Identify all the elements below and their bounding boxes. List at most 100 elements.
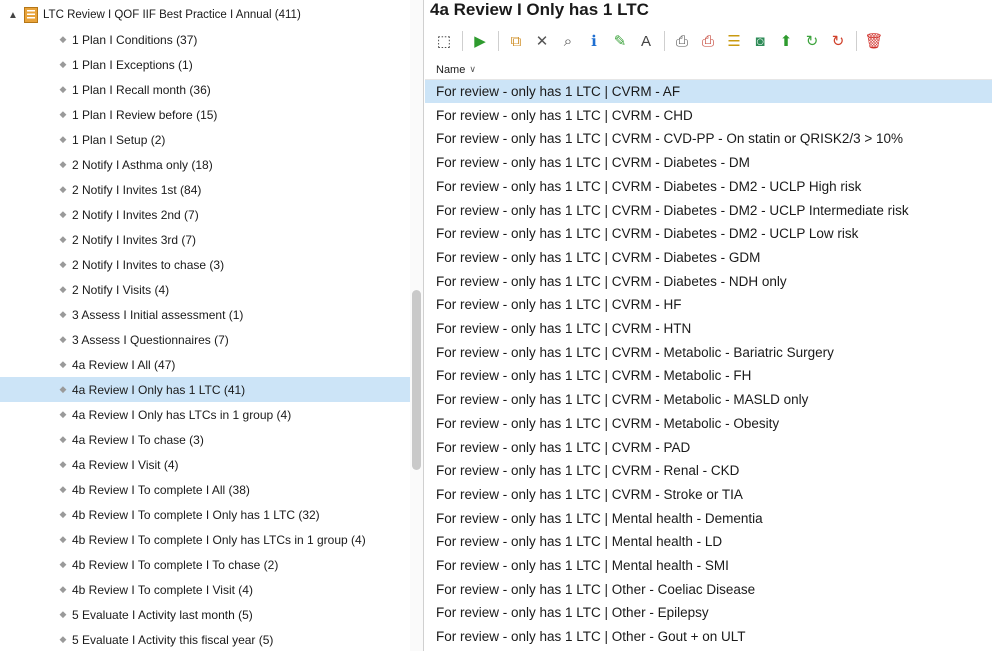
list-item[interactable]: For review - only has 1 LTC | Other - Co… xyxy=(425,578,992,601)
toolbar-separator xyxy=(462,31,463,51)
list-item-label: For review - only has 1 LTC | Mental hea… xyxy=(436,558,729,573)
tree-item[interactable]: ◆ 4b Review I To complete I Only has 1 LT… xyxy=(0,502,410,527)
list-item[interactable]: For review - only has 1 LTC | Other - Go… xyxy=(425,625,992,648)
tree-item[interactable]: ◆ 4a Review I Only has LTCs in 1 group (4… xyxy=(0,402,410,427)
list-item[interactable]: For review - only has 1 LTC | CVRM - Met… xyxy=(425,364,992,387)
list-item[interactable]: For review - only has 1 LTC | CVRM - Dia… xyxy=(425,270,992,293)
copy-icon[interactable]: ⧉ xyxy=(505,30,527,52)
list-item[interactable]: For review - only has 1 LTC | CVRM - Ren… xyxy=(425,459,992,482)
search-node-icon: ◆ xyxy=(59,234,67,244)
tree-item-label: 4a Review I To chase (3) xyxy=(72,432,204,447)
rename-text-icon[interactable]: A xyxy=(635,30,657,52)
tree-item[interactable]: ◆ 1 Plan I Setup (2) xyxy=(0,127,410,152)
list-item[interactable]: For review - only has 1 LTC | Other - Ep… xyxy=(425,601,992,624)
list-item[interactable]: For review - only has 1 LTC | CVRM - HF xyxy=(425,293,992,316)
list-item[interactable]: For review - only has 1 LTC | Mental hea… xyxy=(425,554,992,577)
tree-item[interactable]: ◆ 4b Review I To complete I All (38) xyxy=(0,477,410,502)
name-column-header[interactable]: Name ∨ xyxy=(425,60,992,80)
tree-item[interactable]: ◆ 3 Assess I Initial assessment (1) xyxy=(0,302,410,327)
tree-item[interactable]: ◆ 4b Review I To complete I Only has LTCs… xyxy=(0,527,410,552)
list-item-label: For review - only has 1 LTC | CVRM - CHD xyxy=(436,107,693,123)
tree-item[interactable]: ◆ 2 Notify I Visits (4) xyxy=(0,277,410,302)
list-item[interactable]: For review - only has 1 LTC | CVRM - Dia… xyxy=(425,151,992,174)
list-item[interactable]: For review - only has 1 LTC | CVRM - HTN xyxy=(425,317,992,340)
tree-item[interactable]: ◆ 1 Plan I Exceptions (1) xyxy=(0,52,410,77)
list-item[interactable]: For review - only has 1 LTC | CVRM - Met… xyxy=(425,388,992,411)
list-item-label: For review - only has 1 LTC | Mental hea… xyxy=(436,534,723,550)
list-item[interactable]: For review - only has 1 LTC | CVRM - Dia… xyxy=(425,199,992,222)
list-item-label: For review - only has 1 LTC | Other - Go… xyxy=(436,629,746,645)
list-item[interactable]: For review - only has 1 LTC | CVRM - Dia… xyxy=(425,175,992,198)
list-item[interactable]: For review - only has 1 LTC | CVRM - Dia… xyxy=(425,222,992,245)
tree-item[interactable]: ◆ 5 Evaluate I Activity this fiscal year … xyxy=(0,627,410,651)
tree-item[interactable]: ◆ 5 Evaluate I Activity last month (5) xyxy=(0,602,410,627)
upload-arrow-icon[interactable]: ⬆ xyxy=(775,30,797,52)
column-header-label: Name xyxy=(436,63,466,76)
list-item[interactable]: For review - only has 1 LTC | Mental hea… xyxy=(425,507,992,530)
list-item[interactable]: For review - only has 1 LTC | CVRM - PAD xyxy=(425,436,992,459)
tree-item-label: 4a Review I Only has 1 LTC (41) xyxy=(72,382,246,397)
list-item[interactable]: For review - only has 1 LTC | CVRM - Dia… xyxy=(425,246,992,269)
tree-root-folder[interactable]: ▲ LTC Review I QOF IIF Best Practice I A… xyxy=(0,3,410,27)
print-red-icon[interactable]: ⎙ xyxy=(697,30,719,52)
search-node-icon: ◆ xyxy=(59,509,67,519)
select-icon[interactable]: ⬚ xyxy=(433,30,455,52)
info-icon[interactable]: ℹ xyxy=(583,30,605,52)
tree-item-label: 4b Review I To complete I Only has 1 LTC… xyxy=(72,507,320,522)
delete-x-icon[interactable]: ✕ xyxy=(531,30,553,52)
tree-item[interactable]: ◆ 3 Assess I Questionnaires (7) xyxy=(0,327,410,352)
collapse-caret-icon[interactable]: ▲ xyxy=(8,10,20,21)
list-item-label: For review - only has 1 LTC | CVRM - Dia… xyxy=(436,273,787,289)
tree-item[interactable]: ◆ 4a Review I To chase (3) xyxy=(0,427,410,452)
tree-item[interactable]: ◆ 2 Notify I Invites 1st (84) xyxy=(0,177,410,202)
tree-item[interactable]: ◆ 2 Notify I Invites 2nd (7) xyxy=(0,202,410,227)
list-item[interactable]: For review - only has 1 LTC | CVRM - Str… xyxy=(425,483,992,506)
run-icon[interactable]: ▶ xyxy=(469,30,491,52)
list-item-label: For review - only has 1 LTC | CVRM - HF xyxy=(436,297,682,313)
list-item[interactable]: For review - only has 1 LTC | CVRM - CVD… xyxy=(425,127,992,150)
tree-item[interactable]: ◆ 2 Notify I Invites 3rd (7) xyxy=(0,227,410,252)
search-node-icon: ◆ xyxy=(59,184,67,194)
tree-item[interactable]: ◆ 4b Review I To complete I To chase (2) xyxy=(0,552,410,577)
chart-icon[interactable]: ◙ xyxy=(749,30,771,52)
tree-item[interactable]: ◆ 4a Review I All (47) xyxy=(0,352,410,377)
print-icon[interactable]: ⎙ xyxy=(671,30,693,52)
tree-item[interactable]: ◆ 4b Review I To complete I Visit (4) xyxy=(0,577,410,602)
tree-item[interactable]: ◆ 2 Notify I Invites to chase (3) xyxy=(0,252,410,277)
tree-item[interactable]: ◆ 1 Plan I Review before (15) xyxy=(0,102,410,127)
tree-item[interactable]: ◆ 2 Notify I Asthma only (18) xyxy=(0,152,410,177)
scrollbar-thumb[interactable] xyxy=(412,290,421,470)
tree-scrollbar[interactable] xyxy=(410,0,423,651)
tree-item[interactable]: ◆ 4a Review I Only has 1 LTC (41) xyxy=(0,377,410,402)
list-item-label: For review - only has 1 LTC | Mental hea… xyxy=(436,510,763,526)
tree-item[interactable]: ◆ 1 Plan I Recall month (36) xyxy=(0,77,410,102)
list-item-label: For review - only has 1 LTC | CVRM - Met… xyxy=(436,344,834,360)
search-node-icon: ◆ xyxy=(59,384,67,394)
refresh-red-icon[interactable]: ↻ xyxy=(827,30,849,52)
list-report-icon[interactable]: ☰ xyxy=(723,30,745,52)
tree-item-label: 3 Assess I Questionnaires (7) xyxy=(72,332,229,347)
edit-pen-icon[interactable]: ✎ xyxy=(609,30,631,52)
list-item[interactable]: For review - only has 1 LTC | CVRM - Met… xyxy=(425,341,992,364)
list-item-label: For review - only has 1 LTC | CVRM - Dia… xyxy=(436,226,859,242)
list-item[interactable]: For review - only has 1 LTC | CVRM - CHD xyxy=(425,104,992,127)
search-icon[interactable]: ⌕ xyxy=(557,30,579,52)
trash-icon[interactable]: 🗑 xyxy=(863,30,885,52)
toolbar-separator xyxy=(856,31,857,51)
list-item-label: For review - only has 1 LTC | CVRM - Str… xyxy=(436,486,743,502)
list-item[interactable]: For review - only has 1 LTC | CVRM - Met… xyxy=(425,412,992,435)
list-item[interactable]: For review - only has 1 LTC | CVRM - AF xyxy=(425,80,992,103)
list-item[interactable]: For review - only has 1 LTC | Mental hea… xyxy=(425,530,992,553)
list-item-label: For review - only has 1 LTC | CVRM - Met… xyxy=(436,392,809,408)
refresh-icon[interactable]: ↻ xyxy=(801,30,823,52)
tree-item-label: 4b Review I To complete I All (38) xyxy=(72,482,250,497)
folder-icon xyxy=(24,7,38,23)
search-node-icon: ◆ xyxy=(59,309,67,319)
tree-item[interactable]: ◆ 4a Review I Visit (4) xyxy=(0,452,410,477)
search-node-icon: ◆ xyxy=(59,559,67,569)
tree-item-label: 1 Plan I Recall month (36) xyxy=(72,82,211,97)
tree-item-label: 2 Notify I Visits (4) xyxy=(72,282,170,297)
list-item-label: For review - only has 1 LTC | CVRM - Met… xyxy=(436,415,780,431)
tree-item-label: 5 Evaluate I Activity last month (5) xyxy=(72,607,253,622)
tree-item[interactable]: ◆ 1 Plan I Conditions (37) xyxy=(0,27,410,52)
